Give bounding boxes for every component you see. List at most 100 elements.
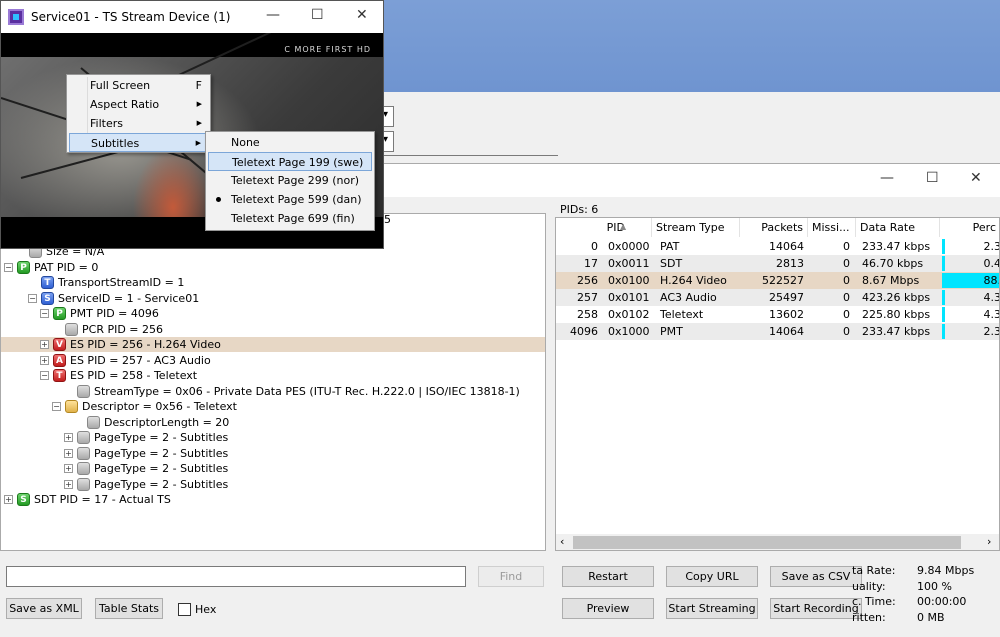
cell-rate: 423.26 kbps	[862, 291, 931, 304]
subtitles-submenu: None Teletext Page 199 (swe) Teletext Pa…	[205, 131, 375, 231]
cell-hex: 0x0101	[608, 291, 650, 304]
menu-item-subtitles[interactable]: Subtitles ▶	[69, 133, 208, 152]
tree-node[interactable]: + S SDT PID = 17 - Actual TS	[4, 492, 171, 507]
expand-icon[interactable]: +	[4, 495, 13, 504]
tree-node[interactable]: + A ES PID = 257 - AC3 Audio	[40, 353, 211, 368]
cell-percent: 4.3	[983, 291, 1000, 304]
expand-icon[interactable]: +	[64, 464, 73, 473]
maximize-icon[interactable]: ☐	[311, 7, 324, 23]
channel-watermark: C MORE FIRST HD	[284, 45, 371, 54]
menu-item-label: Filters	[90, 117, 123, 130]
hex-checkbox[interactable]	[178, 603, 191, 616]
expand-icon[interactable]: +	[64, 433, 73, 442]
tree-node-grey-icon	[77, 447, 90, 460]
column-header-pid[interactable]: PID	[556, 218, 652, 237]
tree-node[interactable]: DescriptorLength = 20	[87, 415, 229, 430]
subtitle-option-699-fin[interactable]: Teletext Page 699 (fin)	[208, 209, 372, 228]
menu-item-full-screen[interactable]: Full Screen F	[69, 76, 208, 95]
cell-missing: 0	[843, 240, 850, 253]
restart-button[interactable]: Restart	[562, 566, 654, 587]
quality-value: 100 %	[917, 580, 952, 593]
table-row[interactable]: 257 0x0101 AC3 Audio 25497 0 423.26 kbps 4.3	[556, 289, 1000, 306]
table-row[interactable]: 256 0x0100 H.264 Video 522527 0 8.67 Mbps 88.	[556, 272, 999, 289]
tree-node[interactable]: − S ServiceID = 1 - Service01	[28, 291, 199, 306]
table-row[interactable]: 4096 0x1000 PMT 14064 0 233.47 kbps 2.3	[556, 323, 999, 340]
scrollbar-thumb[interactable]	[573, 536, 961, 549]
save-as-csv-button[interactable]: Save as CSV	[770, 566, 862, 587]
minimize-icon[interactable]: —	[880, 170, 894, 186]
scroll-right-icon[interactable]: ›	[987, 535, 991, 548]
scroll-left-icon[interactable]: ‹	[560, 535, 564, 548]
subtitle-option-none[interactable]: None	[208, 133, 372, 152]
tree-node[interactable]: − Descriptor = 0x56 - Teletext	[52, 399, 237, 414]
cell-rate: 46.70 kbps	[862, 257, 924, 270]
menu-item-label: Subtitles	[91, 137, 140, 150]
table-row[interactable]: 0 0x0000 PAT 14064 0 233.47 kbps 2.3	[556, 238, 999, 255]
column-header-missing[interactable]: Missi...	[808, 218, 856, 237]
tree-node-label: ES PID = 258 - Teletext	[70, 369, 198, 382]
tree-node[interactable]: + PageType = 2 - Subtitles	[64, 446, 228, 461]
start-recording-button[interactable]: Start Recording	[770, 598, 862, 619]
cell-packets: 13602	[769, 308, 804, 321]
stream-tree[interactable]: 35 Date = N/ASize = N/A−PPAT PID = 0TTra…	[0, 213, 546, 551]
submenu-arrow-icon: ▶	[196, 100, 202, 108]
tree-node[interactable]: + PageType = 2 - Subtitles	[64, 461, 228, 476]
percent-bar	[942, 324, 945, 339]
table-row[interactable]: 17 0x0011 SDT 2813 0 46.70 kbps 0.4	[556, 255, 999, 272]
maximize-icon[interactable]: ☐	[926, 170, 939, 186]
find-input[interactable]	[6, 566, 466, 587]
tree-node[interactable]: T TransportStreamID = 1	[41, 275, 184, 290]
column-header-data-rate[interactable]: Data Rate	[856, 218, 940, 237]
column-header-packets[interactable]: Packets	[740, 218, 808, 237]
preview-button[interactable]: Preview	[562, 598, 654, 619]
table-row[interactable]: 258 0x0102 Teletext 13602 0 225.80 kbps 4.3	[556, 306, 1000, 323]
tree-node[interactable]: StreamType = 0x06 - Private Data PES (IT…	[77, 384, 520, 399]
percent-bar	[942, 256, 945, 271]
subtitle-option-299-nor[interactable]: Teletext Page 299 (nor)	[208, 171, 372, 190]
expand-icon[interactable]: +	[40, 356, 49, 365]
start-streaming-button[interactable]: Start Streaming	[666, 598, 758, 619]
tree-node[interactable]: PCR PID = 256	[65, 322, 163, 337]
cell-percent: 4.3	[983, 308, 1000, 321]
column-header-stream-type[interactable]: Stream Type	[652, 218, 740, 237]
collapse-icon[interactable]: −	[28, 294, 37, 303]
cell-pid: 0	[591, 240, 598, 253]
expand-icon[interactable]: +	[64, 449, 73, 458]
close-icon[interactable]: ✕	[356, 7, 368, 23]
horizontal-scrollbar[interactable]: ‹ ›	[556, 534, 999, 550]
written-label: ritten:	[852, 611, 886, 624]
save-as-xml-button[interactable]: Save as XML	[6, 598, 82, 619]
pids-table[interactable]: PID ▲ Stream Type Packets Missi... Data …	[555, 217, 1000, 551]
close-icon[interactable]: ✕	[970, 170, 982, 186]
tree-node[interactable]: − P PMT PID = 4096	[40, 306, 159, 321]
table-stats-button[interactable]: Table Stats	[95, 598, 163, 619]
tree-node-grey-icon	[77, 462, 90, 475]
minimize-icon[interactable]: —	[266, 7, 280, 23]
expand-icon[interactable]: +	[40, 340, 49, 349]
column-header-percent[interactable]: Perc	[940, 218, 999, 237]
tree-node[interactable]: + PageType = 2 - Subtitles	[64, 477, 228, 492]
subtitle-option-199-swe[interactable]: Teletext Page 199 (swe)	[208, 152, 372, 171]
collapse-icon[interactable]: −	[4, 263, 13, 272]
cell-missing: 0	[843, 325, 850, 338]
tree-node[interactable]: − T ES PID = 258 - Teletext	[40, 368, 197, 383]
menu-item-filters[interactable]: Filters ▶	[69, 114, 208, 133]
tree-node-label: PageType = 2 - Subtitles	[94, 478, 229, 491]
cell-pid: 257	[577, 291, 598, 304]
menu-item-label: Full Screen	[90, 79, 151, 92]
expand-icon[interactable]: +	[64, 480, 73, 489]
collapse-icon[interactable]: −	[40, 309, 49, 318]
collapse-icon[interactable]: −	[40, 371, 49, 380]
tree-node[interactable]: + V ES PID = 256 - H.264 Video	[1, 337, 545, 352]
copy-url-button[interactable]: Copy URL	[666, 566, 758, 587]
cell-rate: 233.47 kbps	[862, 240, 931, 253]
tree-node[interactable]: − P PAT PID = 0	[4, 260, 98, 275]
tree-node[interactable]: + PageType = 2 - Subtitles	[64, 430, 228, 445]
find-button[interactable]: Find	[478, 566, 544, 587]
subtitle-option-599-dan[interactable]: Teletext Page 599 (dan)	[208, 190, 372, 209]
menu-item-aspect-ratio[interactable]: Aspect Ratio ▶	[69, 95, 208, 114]
collapse-icon[interactable]: −	[52, 402, 61, 411]
percent-bar	[942, 239, 945, 254]
tree-node-label: SDT PID = 17 - Actual TS	[34, 493, 171, 506]
cell-hex: 0x0100	[608, 274, 650, 287]
